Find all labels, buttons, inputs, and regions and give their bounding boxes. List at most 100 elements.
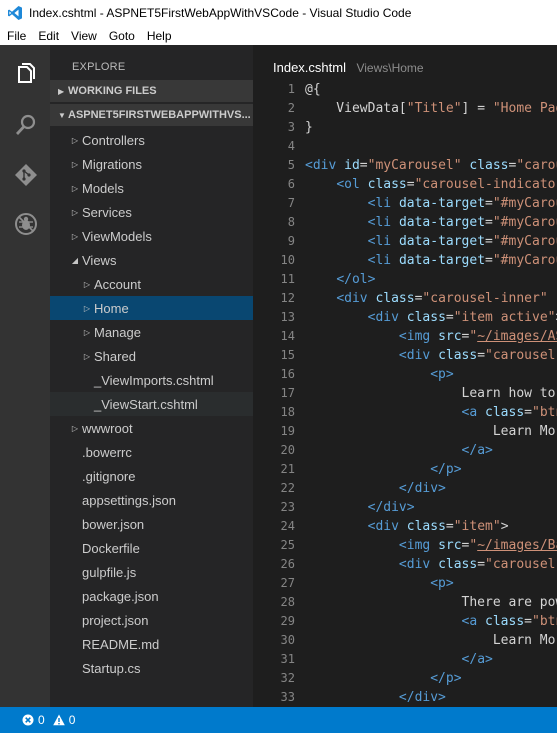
code-token: Learn how to [305, 386, 556, 401]
code-line[interactable]: 7 <li data-target="#myCarou [253, 194, 557, 213]
tree-item[interactable]: Dockerfile [50, 536, 253, 560]
code-token: data-target [398, 253, 486, 268]
tree-item-label: Controllers [82, 132, 145, 148]
tree-item[interactable]: ▷ ViewModels [50, 224, 253, 248]
working-files-label: WORKING FILES [68, 85, 157, 97]
code-line[interactable]: 18 <a class="btn [253, 403, 557, 422]
project-header[interactable]: ▼ ASPNET5FIRSTWEBAPPWITHVS... [50, 104, 253, 126]
code-editor[interactable]: Index.cshtml Views\Home 1 @{2 ViewData["T… [253, 45, 557, 707]
editor-file-name: Index.cshtml [273, 60, 346, 75]
tree-item[interactable]: gulpfile.js [50, 560, 253, 584]
tree-item[interactable]: ▷ Models [50, 176, 253, 200]
line-number: 30 [280, 633, 295, 647]
code-text: There are pow [305, 593, 557, 612]
tree-item[interactable]: ▷ wwwroot [50, 416, 253, 440]
tree-item[interactable]: ▷ Migrations [50, 152, 253, 176]
chevron-right-icon: ▷ [71, 231, 79, 241]
code-line[interactable]: 31 </a> [253, 650, 557, 669]
menu-file[interactable]: File [0, 29, 31, 43]
code-line[interactable]: 21 </p> [253, 460, 557, 479]
tree-item[interactable]: appsettings.json [50, 488, 253, 512]
tree-item[interactable]: ▷ Manage [50, 320, 253, 344]
code-line[interactable]: 16 <p> [253, 365, 557, 384]
tree-item[interactable]: README.md [50, 632, 253, 656]
menu-goto[interactable]: Goto [102, 29, 140, 43]
code-line[interactable]: 22 </div> [253, 479, 557, 498]
tree-item[interactable]: ▷ Controllers [50, 128, 253, 152]
code-token: <p> [430, 367, 454, 382]
code-line[interactable]: 5<div id="myCarousel" class="carou [253, 156, 557, 175]
code-line[interactable]: 25 <img src="~/images/Ba [253, 536, 557, 555]
tree-item[interactable]: ◢ Views [50, 248, 253, 272]
code-line[interactable]: 3} [253, 118, 557, 137]
code-line[interactable]: 11 </ol> [253, 270, 557, 289]
files-icon[interactable] [13, 62, 39, 88]
code-token: data-target [398, 215, 486, 230]
tree-item[interactable]: .bowerrc [50, 440, 253, 464]
tree-item-label: Migrations [82, 156, 142, 172]
code-line[interactable]: 13 <div class="item active"> [253, 308, 557, 327]
menu-help[interactable]: Help [140, 29, 177, 43]
tree-item[interactable]: Startup.cs [50, 656, 253, 680]
tree-item[interactable]: project.json [50, 608, 253, 632]
code-line[interactable]: 30 Learn Mor [253, 631, 557, 650]
code-line[interactable]: 2 ViewData["Title"] = "Home Pag [253, 99, 557, 118]
code-line[interactable]: 26 <div class="carousel- [253, 555, 557, 574]
tree-item[interactable]: _ViewStart.cshtml [50, 392, 253, 416]
code-token: <li [367, 215, 392, 230]
code-line[interactable]: 33 </div> [253, 688, 557, 707]
code-line[interactable]: 8 <li data-target="#myCarou [253, 213, 557, 232]
code-line[interactable]: 10 <li data-target="#myCarou [253, 251, 557, 270]
line-number: 13 [280, 310, 295, 324]
code-line[interactable]: 24 <div class="item"> [253, 517, 557, 536]
code-line[interactable]: 23 </div> [253, 498, 557, 517]
code-token: src [438, 329, 462, 344]
code-token: id [344, 158, 360, 173]
line-number: 11 [280, 272, 295, 286]
tree-item[interactable]: ▷ Shared [50, 344, 253, 368]
code-line[interactable]: 17 Learn how to [253, 384, 557, 403]
explorer-title: EXPLORE [72, 61, 126, 73]
code-line[interactable]: 4 [253, 137, 557, 156]
code-line[interactable]: 15 <div class="carousel- [253, 346, 557, 365]
code-token: "carousel- [485, 557, 557, 572]
code-token: <div [398, 557, 431, 572]
tree-item[interactable]: _ViewImports.cshtml [50, 368, 253, 392]
tree-item[interactable]: package.json [50, 584, 253, 608]
code-line[interactable]: 19 Learn Mor [253, 422, 557, 441]
tree-item[interactable]: .gitignore [50, 464, 253, 488]
tree-item[interactable]: ▷ Services [50, 200, 253, 224]
code-line[interactable]: 27 <p> [253, 574, 557, 593]
code-line[interactable]: 12 <div class="carousel-inner" r [253, 289, 557, 308]
code-line[interactable]: 9 <li data-target="#myCarou [253, 232, 557, 251]
debug-icon[interactable] [13, 211, 39, 237]
project-label: ASPNET5FIRSTWEBAPPWITHVS... [68, 109, 251, 121]
git-icon[interactable] [13, 162, 39, 188]
code-line[interactable]: 6 <ol class="carousel-indicator [253, 175, 557, 194]
tree-item[interactable]: bower.json [50, 512, 253, 536]
code-line[interactable]: 20 </a> [253, 441, 557, 460]
tree-item-label: gulpfile.js [82, 564, 137, 580]
code-line[interactable]: 29 <a class="btn [253, 612, 557, 631]
problems-status[interactable]: 0 0 [22, 713, 83, 727]
code-token: = [445, 519, 454, 534]
working-files-header[interactable]: ▶ WORKING FILES [50, 80, 253, 102]
code-text: } [305, 118, 313, 137]
code-line[interactable]: 32 </p> [253, 669, 557, 688]
tree-item[interactable]: ▷ Home [50, 296, 253, 320]
chevron-right-icon: ▷ [83, 279, 91, 289]
code-line[interactable]: 28 There are pow [253, 593, 557, 612]
menu-edit[interactable]: Edit [31, 29, 64, 43]
search-icon[interactable] [13, 112, 39, 138]
menu-view[interactable]: View [64, 29, 102, 43]
tree-item[interactable]: ▷ Account [50, 272, 253, 296]
editor-title: Index.cshtml Views\Home [273, 59, 424, 77]
code-line[interactable]: 1 @{ [253, 80, 557, 99]
chevron-right-icon: ▷ [71, 135, 79, 145]
code-line[interactable]: 14 <img src="~/images/AS [253, 327, 557, 346]
